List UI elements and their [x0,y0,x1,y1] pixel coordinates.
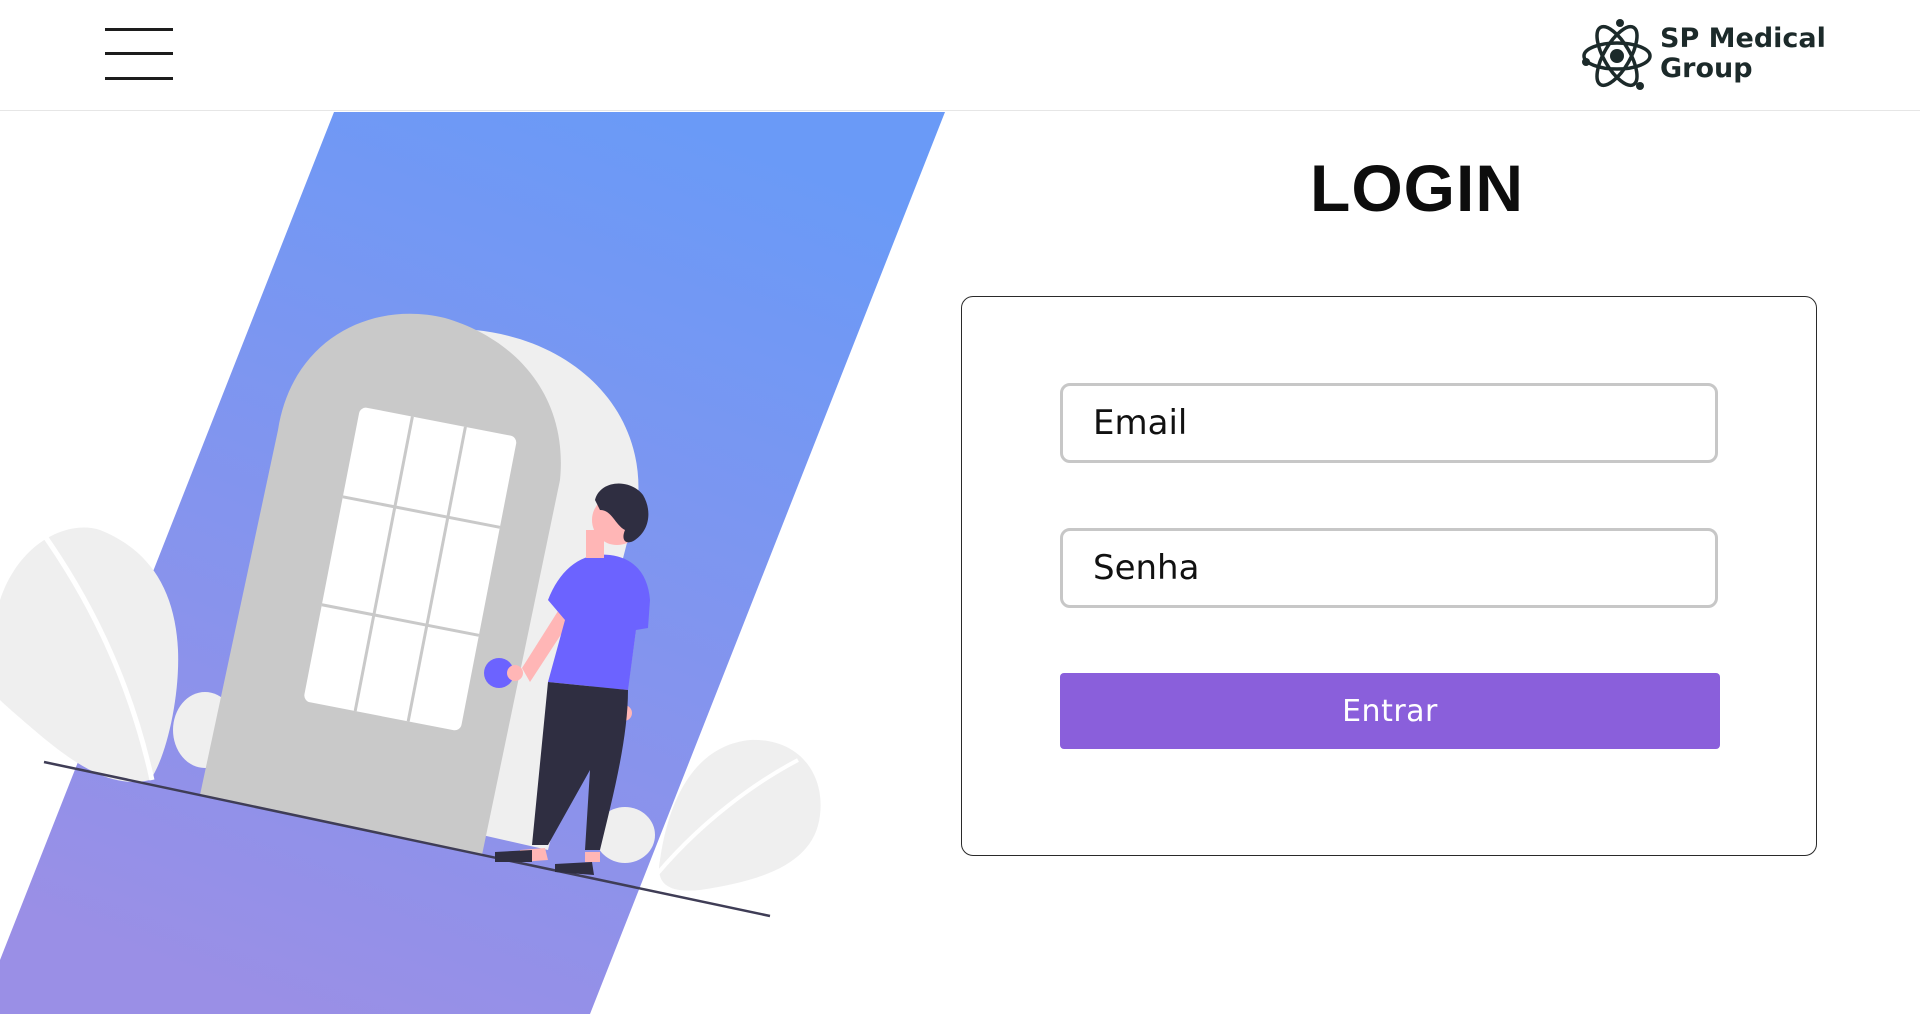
login-submit-button[interactable]: Entrar [1060,673,1720,749]
email-field[interactable] [1060,383,1718,463]
login-card: Entrar [961,296,1817,856]
brand-name: SP Medical Group [1660,24,1826,84]
top-header: SP Medical Group [0,0,1920,111]
page-title: LOGIN [1310,151,1524,225]
menu-line [105,52,173,55]
atom-icon [1582,19,1652,90]
menu-line [105,28,173,31]
brand-line-2: Group [1660,53,1753,84]
brand-line-1: SP Medical [1660,23,1826,54]
menu-line [105,77,173,80]
password-field[interactable] [1060,528,1718,608]
hamburger-menu-icon[interactable] [105,26,173,82]
person-opening-door-illustration [0,112,945,1014]
brand-logo[interactable]: SP Medical Group [1580,18,1830,94]
